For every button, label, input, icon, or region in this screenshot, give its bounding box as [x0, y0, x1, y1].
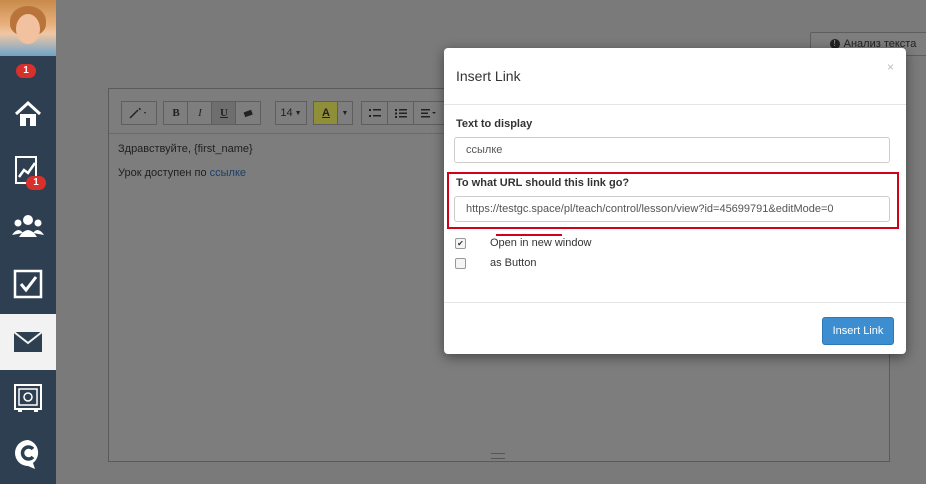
- open-new-window-checkbox[interactable]: ✔: [455, 237, 466, 249]
- editor-link[interactable]: ссылке: [210, 167, 246, 179]
- home-icon: [14, 100, 42, 126]
- align-button[interactable]: [413, 101, 445, 125]
- sidebar-item-stats[interactable]: [0, 142, 56, 198]
- sidebar-item-home[interactable]: [0, 86, 56, 142]
- sidebar-item-tasks[interactable]: [0, 256, 56, 312]
- open-new-window-row[interactable]: ✔ Open in new window: [455, 237, 592, 249]
- clear-format-button[interactable]: [235, 101, 261, 125]
- users-icon: [12, 215, 44, 237]
- as-button-row[interactable]: as Button: [455, 257, 536, 269]
- color-dropdown-button[interactable]: ▼: [337, 101, 353, 125]
- chat-logo-icon: [15, 440, 39, 469]
- close-icon[interactable]: ×: [887, 60, 894, 74]
- url-input[interactable]: https://testgc.space/pl/teach/control/le…: [454, 196, 890, 222]
- bullet-list-button[interactable]: [361, 101, 389, 125]
- font-size-select[interactable]: 14 ▼: [275, 101, 307, 125]
- open-new-window-label: Open in new window: [490, 237, 592, 249]
- magic-wand-button[interactable]: [121, 101, 157, 125]
- domain-underline-annotation: [496, 234, 562, 236]
- align-left-icon: [421, 109, 436, 118]
- editor-line-2: Урок доступен по ссылке: [118, 167, 246, 179]
- notification-badge: 1: [16, 64, 36, 78]
- dialog-header: Insert Link ×: [444, 48, 906, 105]
- numbered-list-button[interactable]: [387, 101, 415, 125]
- safe-icon: [14, 384, 42, 412]
- url-label: To what URL should this link go?: [456, 177, 630, 189]
- avatar-face: [16, 14, 40, 44]
- bold-button[interactable]: B: [163, 101, 189, 125]
- bullet-list-icon: [369, 109, 381, 117]
- dialog-title: Insert Link: [456, 68, 521, 84]
- insert-link-button[interactable]: Insert Link: [822, 317, 894, 345]
- italic-button[interactable]: I: [187, 101, 213, 125]
- numbered-list-icon: [395, 109, 407, 118]
- avatar[interactable]: [0, 0, 56, 56]
- caret-down-icon: ▼: [294, 109, 302, 117]
- underline-button[interactable]: U: [211, 101, 237, 125]
- as-button-label: as Button: [490, 257, 537, 269]
- sidebar-item-safe[interactable]: [0, 370, 56, 426]
- editor-line-1: Здравствуйте, {first_name}: [118, 143, 253, 155]
- stats-badge: 1: [26, 176, 46, 190]
- editor-line-2-text: Урок доступен по: [118, 167, 210, 179]
- magic-wand-icon: [129, 107, 146, 119]
- font-size-value: 14: [280, 107, 293, 119]
- checkbox-icon: [13, 269, 43, 299]
- dialog-footer: Insert Link: [444, 302, 906, 355]
- mail-icon: [13, 331, 43, 352]
- sidebar-item-users[interactable]: [0, 198, 56, 254]
- insert-link-dialog: Insert Link × Text to display ссылке To …: [444, 48, 906, 354]
- sidebar-item-chat[interactable]: [0, 426, 56, 482]
- color-button[interactable]: A: [313, 101, 339, 125]
- resize-handle[interactable]: [491, 453, 505, 459]
- text-to-display-input[interactable]: ссылке: [454, 137, 890, 163]
- eraser-icon: [243, 109, 253, 118]
- sidebar-item-mail[interactable]: [0, 314, 56, 370]
- as-button-checkbox[interactable]: [455, 257, 466, 269]
- text-to-display-label: Text to display: [456, 118, 533, 130]
- sidebar: 1 1: [0, 0, 56, 484]
